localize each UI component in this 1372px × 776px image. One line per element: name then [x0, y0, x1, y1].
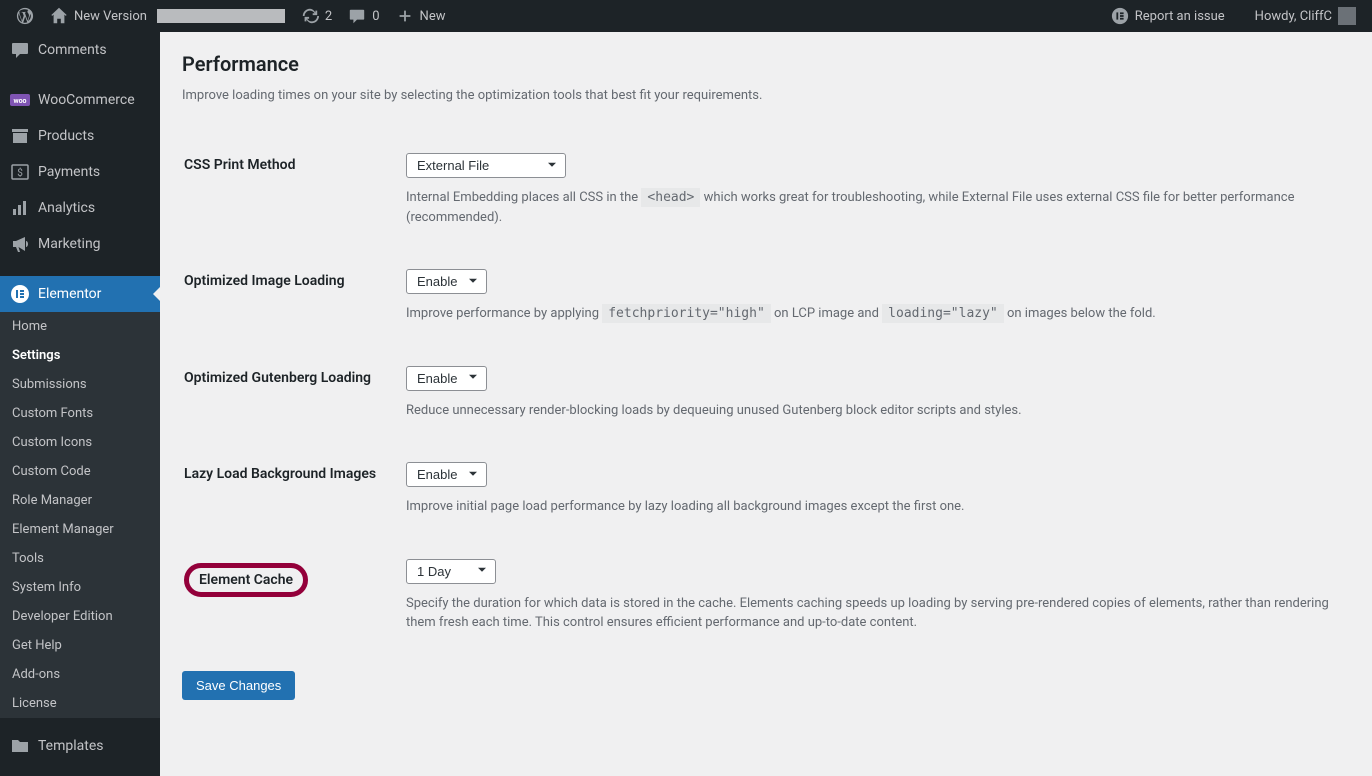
- setting-help: Internal Embedding places all CSS in the…: [406, 188, 1348, 227]
- sidebar-item-templates[interactable]: Templates: [0, 728, 160, 764]
- account-link[interactable]: Howdy, CliffC: [1247, 0, 1364, 32]
- page-description: Improve loading times on your site by se…: [182, 88, 1350, 103]
- sidebar-submenu: Home Settings Submissions Custom Fonts C…: [0, 312, 160, 718]
- sidebar-item-label: Comments: [38, 42, 107, 58]
- submenu-add-ons[interactable]: Add-ons: [0, 660, 160, 689]
- update-icon: [301, 7, 319, 25]
- css-print-select[interactable]: External File: [406, 153, 566, 178]
- sidebar-item-label: WooCommerce: [38, 92, 135, 108]
- submenu-tools[interactable]: Tools: [0, 544, 160, 573]
- code-head: <head>: [641, 188, 700, 207]
- folder-icon: [10, 736, 30, 756]
- comment-icon: [10, 40, 30, 60]
- comments-link[interactable]: 0: [340, 0, 387, 32]
- sidebar-item-woocommerce[interactable]: woo WooCommerce: [0, 82, 160, 118]
- sidebar-item-label: Templates: [38, 738, 104, 754]
- avatar: [1338, 7, 1356, 25]
- report-issue-link[interactable]: Report an issue: [1103, 0, 1233, 32]
- save-changes-button[interactable]: Save Changes: [182, 671, 295, 700]
- admin-bar: New Version 2 0 New Report an issue Howd…: [0, 0, 1372, 32]
- comments-count: 0: [372, 9, 379, 24]
- sidebar-item-label: Payments: [38, 164, 100, 180]
- element-cache-highlight: Element Cache: [184, 563, 308, 597]
- setting-label: Element Cache: [184, 541, 404, 655]
- sidebar-item-label: Analytics: [38, 200, 95, 216]
- site-name: New Version: [74, 9, 147, 24]
- setting-row-css-print: CSS Print Method External File Internal …: [184, 135, 1348, 249]
- wordpress-icon: [16, 7, 34, 25]
- analytics-icon: [10, 198, 30, 218]
- svg-text:$: $: [17, 166, 23, 179]
- updates-link[interactable]: 2: [293, 0, 340, 32]
- submenu-developer-edition[interactable]: Developer Edition: [0, 602, 160, 631]
- page-title: Performance: [182, 52, 1350, 76]
- megaphone-icon: [10, 234, 30, 254]
- code-fetchpriority: fetchpriority="high": [602, 304, 771, 323]
- setting-row-lazy-bg: Lazy Load Background Images Enable Impro…: [184, 444, 1348, 539]
- updates-count: 2: [325, 9, 332, 24]
- home-icon: [50, 7, 68, 25]
- submenu-role-manager[interactable]: Role Manager: [0, 486, 160, 515]
- submenu-submissions[interactable]: Submissions: [0, 370, 160, 399]
- setting-label: Lazy Load Background Images: [184, 444, 404, 539]
- submenu-home[interactable]: Home: [0, 312, 160, 341]
- setting-help: Improve initial page load performance by…: [406, 497, 1348, 517]
- optimized-image-select[interactable]: Enable: [406, 269, 487, 294]
- setting-help: Specify the duration for which data is s…: [406, 594, 1348, 633]
- admin-sidebar: Comments woo WooCommerce Products $ Paym…: [0, 32, 160, 776]
- sidebar-item-comments[interactable]: Comments: [0, 32, 160, 68]
- optimized-gutenberg-select[interactable]: Enable: [406, 366, 487, 391]
- lazy-bg-select[interactable]: Enable: [406, 462, 487, 487]
- submenu-element-manager[interactable]: Element Manager: [0, 515, 160, 544]
- setting-help: Reduce unnecessary render-blocking loads…: [406, 401, 1348, 421]
- woo-icon: woo: [10, 90, 30, 110]
- comment-icon: [348, 7, 366, 25]
- howdy-text: Howdy, CliffC: [1255, 9, 1332, 24]
- sidebar-item-marketing[interactable]: Marketing: [0, 226, 160, 262]
- elementor-badge-icon: [1111, 7, 1129, 25]
- setting-row-optimized-image: Optimized Image Loading Enable Improve p…: [184, 251, 1348, 346]
- code-loading-lazy: loading="lazy": [882, 304, 1004, 323]
- masked-text: [157, 9, 285, 23]
- report-issue-label: Report an issue: [1135, 9, 1225, 24]
- sidebar-item-elementor[interactable]: Elementor: [0, 276, 160, 312]
- submenu-system-info[interactable]: System Info: [0, 573, 160, 602]
- elementor-icon: [10, 284, 30, 304]
- setting-label: Optimized Image Loading: [184, 251, 404, 346]
- setting-row-optimized-gutenberg: Optimized Gutenberg Loading Enable Reduc…: [184, 348, 1348, 443]
- new-label: New: [420, 9, 446, 24]
- submenu-custom-fonts[interactable]: Custom Fonts: [0, 399, 160, 428]
- payments-icon: $: [10, 162, 30, 182]
- setting-label: CSS Print Method: [184, 135, 404, 249]
- submenu-custom-code[interactable]: Custom Code: [0, 457, 160, 486]
- sidebar-item-label: Products: [38, 128, 94, 144]
- sidebar-item-payments[interactable]: $ Payments: [0, 154, 160, 190]
- submenu-license[interactable]: License: [0, 689, 160, 718]
- sidebar-item-products[interactable]: Products: [0, 118, 160, 154]
- sidebar-item-analytics[interactable]: Analytics: [0, 190, 160, 226]
- main-content: Performance Improve loading times on you…: [160, 32, 1372, 776]
- submenu-custom-icons[interactable]: Custom Icons: [0, 428, 160, 457]
- setting-label: Optimized Gutenberg Loading: [184, 348, 404, 443]
- sidebar-item-label: Marketing: [38, 236, 101, 252]
- setting-help: Improve performance by applying fetchpri…: [406, 304, 1348, 324]
- setting-row-element-cache: Element Cache 1 Day Specify the duration…: [184, 541, 1348, 655]
- submenu-settings[interactable]: Settings: [0, 341, 160, 370]
- archive-icon: [10, 126, 30, 146]
- wp-logo[interactable]: [8, 0, 42, 32]
- new-link[interactable]: New: [388, 0, 454, 32]
- svg-text:woo: woo: [13, 97, 26, 105]
- sidebar-item-label: Elementor: [38, 286, 101, 302]
- plus-icon: [396, 7, 414, 25]
- submenu-get-help[interactable]: Get Help: [0, 631, 160, 660]
- site-name-link[interactable]: New Version: [42, 0, 293, 32]
- element-cache-select[interactable]: 1 Day: [406, 559, 496, 584]
